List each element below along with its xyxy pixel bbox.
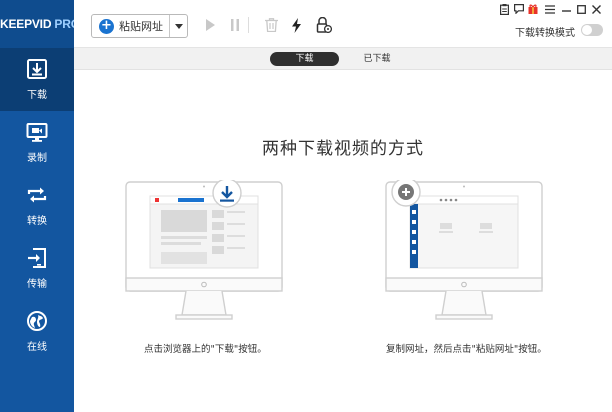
sidebar-item-label: 下载 [27,90,47,101]
sidebar-item-label: 传输 [27,279,47,290]
convert-icon [27,187,47,203]
close-button[interactable] [590,3,602,15]
maximize-button[interactable] [575,3,587,15]
notes-button[interactable] [498,3,510,15]
pause-icon [231,19,239,31]
paste-url-illustration [385,180,543,320]
toolbar-divider [248,17,249,33]
lightning-icon [291,17,301,33]
pause-button[interactable] [227,17,243,33]
sidebar-item-record[interactable]: 录制 [0,111,74,174]
lock-settings-icon [316,17,332,33]
paste-url-group: + 粘贴网址 [91,14,188,38]
tabs-bar: 下载 已下载 [74,48,612,70]
sidebar-item-label: 转换 [27,216,47,227]
tab-downloading[interactable]: 下载 [270,52,339,66]
caret-down-icon [174,23,183,29]
paste-url-dropdown[interactable] [170,15,187,37]
toggle-knob [582,25,592,35]
sidebar-item-convert[interactable]: 转换 [0,174,74,237]
chat-icon [514,4,524,14]
maximize-icon [576,4,586,14]
sidebar-item-label: 录制 [27,153,47,164]
feedback-button[interactable] [513,3,525,15]
delete-button[interactable] [263,17,279,33]
menu-button[interactable] [544,3,556,15]
clipboard-icon [499,3,509,15]
gift-button[interactable] [527,3,539,15]
download-convert-mode-toggle[interactable] [581,24,603,36]
sidebar-item-label: 在线 [27,342,47,353]
gift-icon [528,4,538,14]
app-logo: KEEPVID PRO [0,0,74,48]
globe-icon [27,311,47,331]
top-toolbar: + 粘贴网址 下载转换模式 [74,0,612,48]
scheduler-button[interactable] [316,17,332,33]
logo-text-pro: PRO [54,17,74,31]
tab-downloaded[interactable]: 已下载 [357,52,397,66]
page-headline: 两种下载视频的方式 [262,139,424,159]
minimize-button[interactable] [560,3,572,15]
hamburger-menu-icon [545,4,555,14]
sidebar-item-online[interactable]: 在线 [0,300,74,363]
download-icon [27,59,47,79]
browser-download-illustration [125,180,283,320]
main-content: 两种下载视频的方式 点击浏览器上的"下载"按钮。 复制网址，然后点击"粘贴网址"… [74,70,612,412]
sidebar: KEEPVID PRO 下载 录制 转换 传输 在线 [0,0,74,412]
transfer-icon [28,248,46,268]
turbo-button[interactable] [288,17,304,33]
record-monitor-icon [26,123,48,142]
trash-icon [264,18,278,32]
option2-caption: 复制网址，然后点击"粘贴网址"按钮。 [386,344,547,355]
plus-circle-icon: + [99,18,114,34]
option1-caption: 点击浏览器上的"下载"按钮。 [144,344,267,355]
sidebar-item-transfer[interactable]: 传输 [0,237,74,300]
logo-text-main: KEEPVID [0,17,55,31]
play-icon [206,19,215,31]
paste-url-button[interactable]: + 粘贴网址 [92,15,170,37]
paste-url-label: 粘贴网址 [119,20,163,33]
sidebar-item-download[interactable]: 下载 [0,48,74,111]
close-icon [591,4,601,14]
play-button[interactable] [202,17,218,33]
download-convert-mode-label: 下载转换模式 [515,28,575,39]
minimize-icon [561,9,571,12]
